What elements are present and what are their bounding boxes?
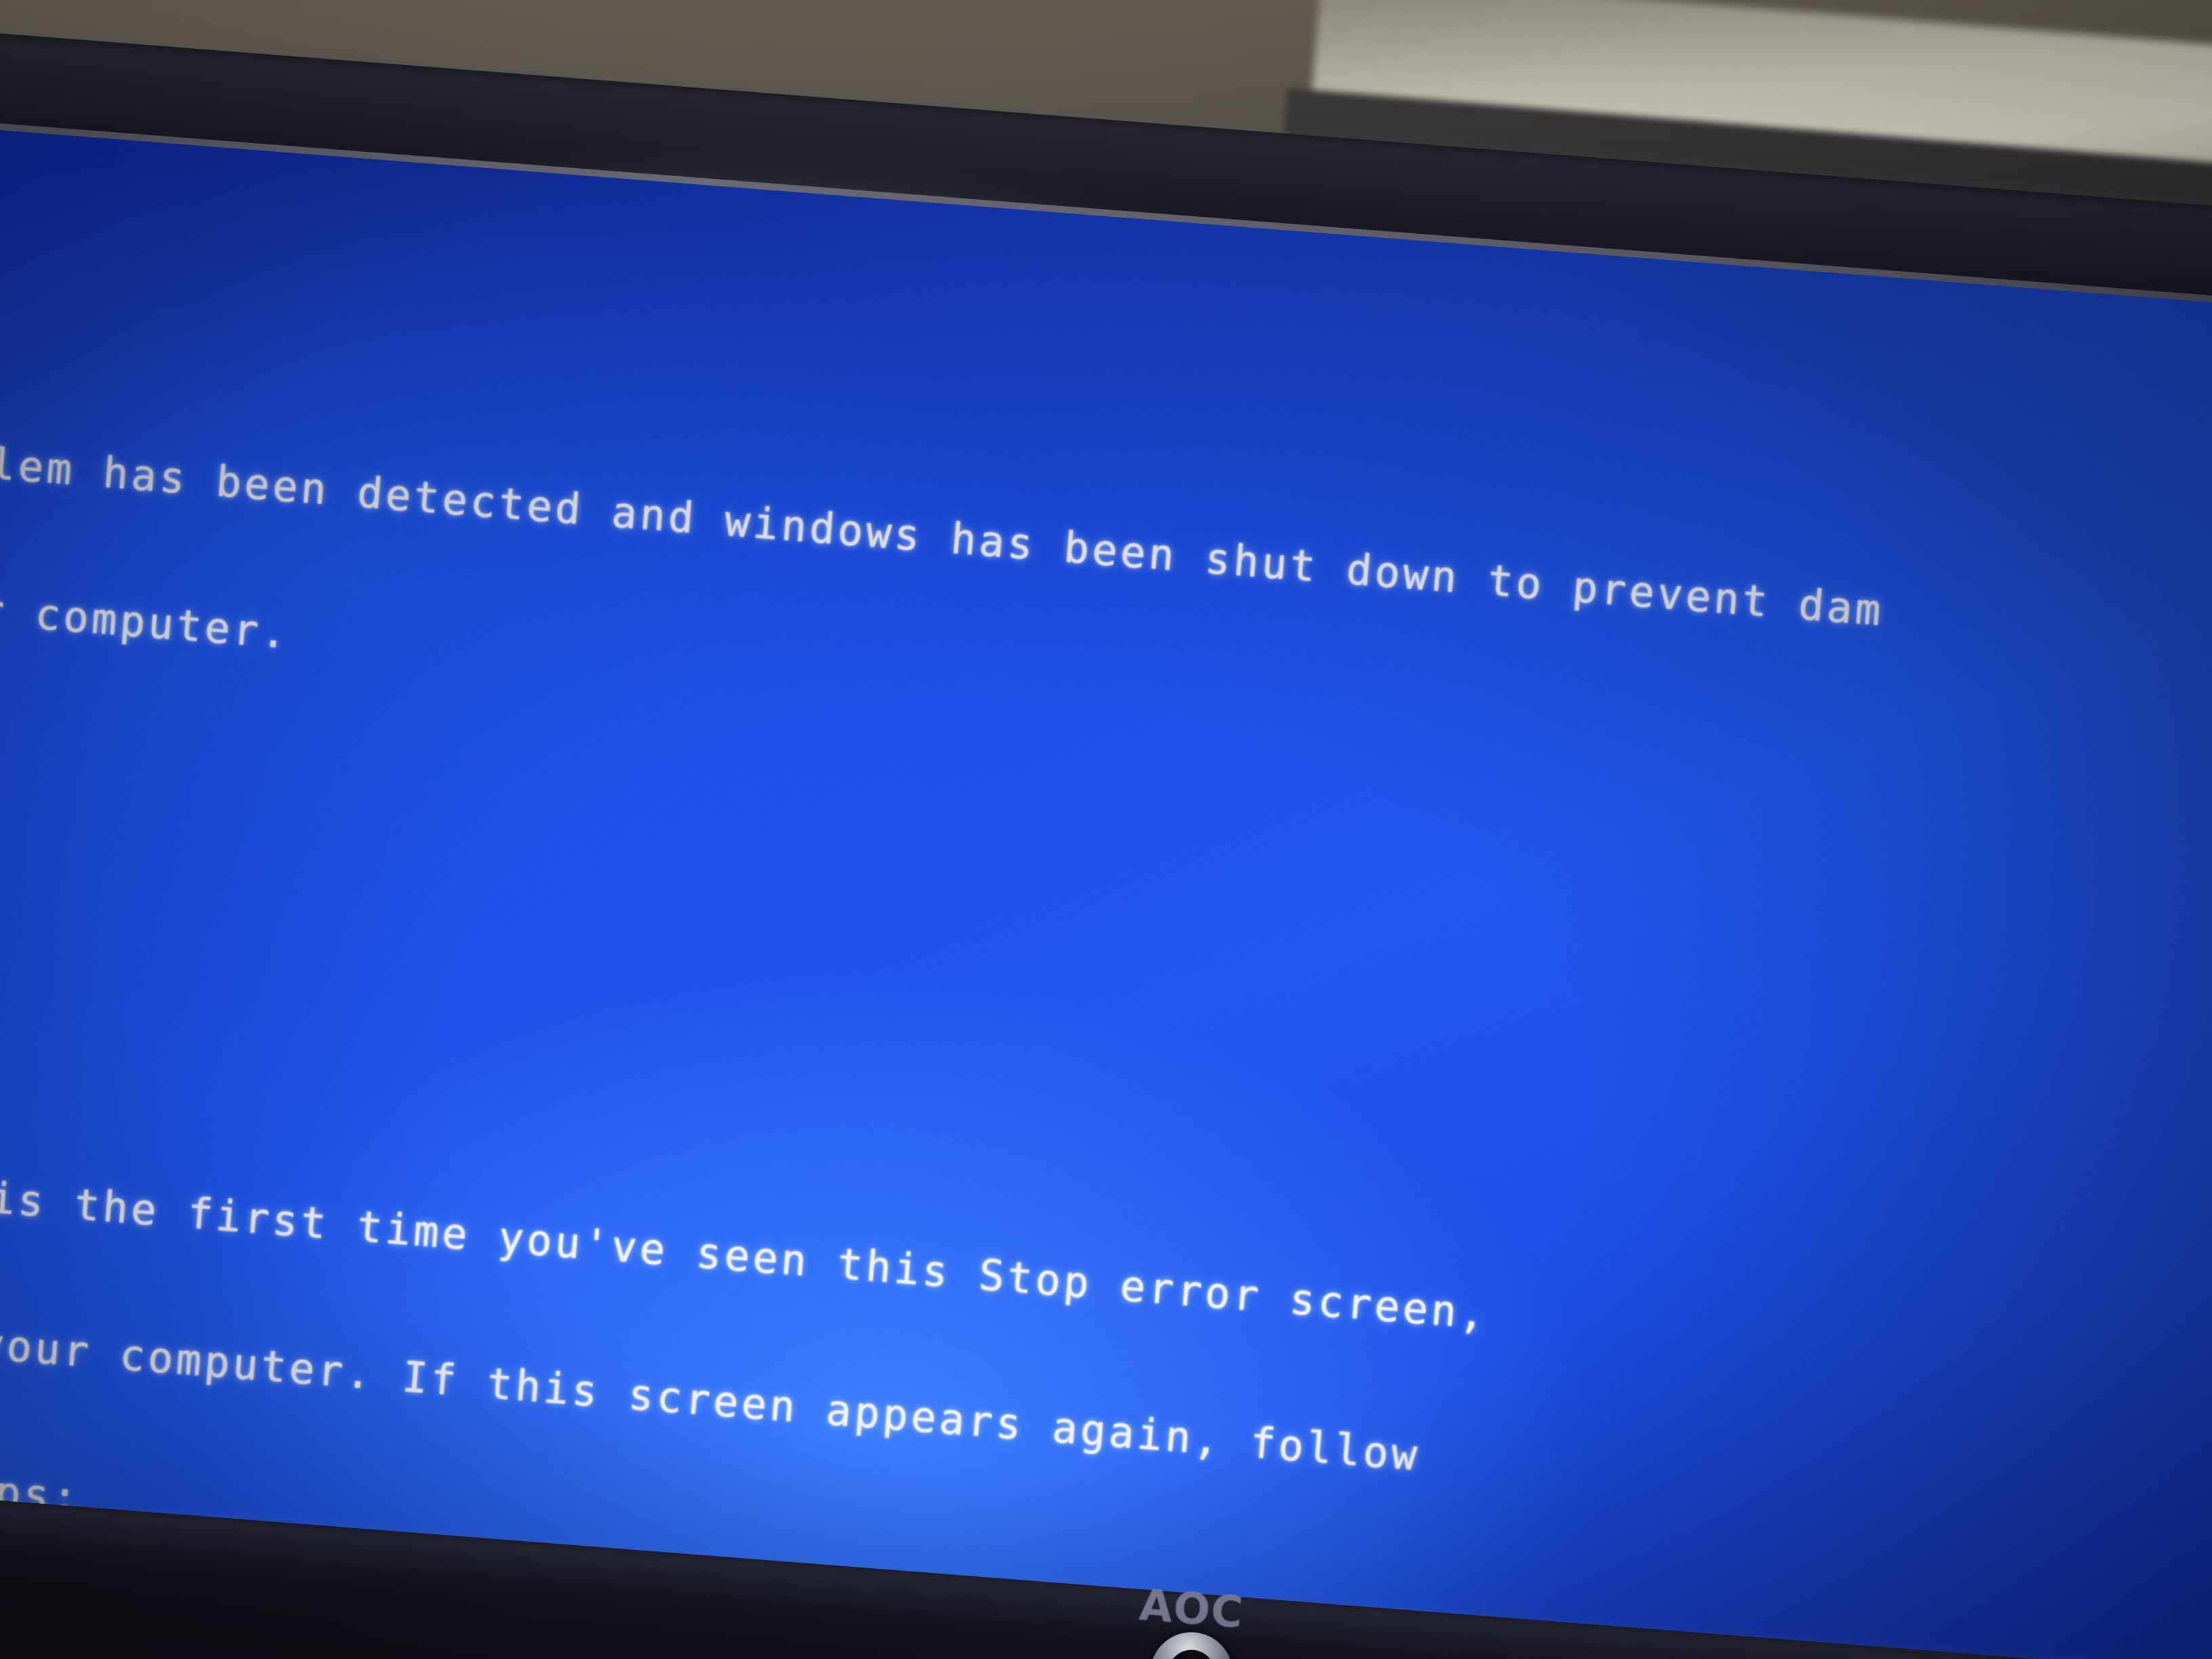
bsod-spacer — [0, 864, 2212, 1113]
aoc-brand-logo: AOC — [1137, 1580, 1246, 1639]
monitor-display: A problem has been detected and windows … — [0, 121, 2212, 1659]
bsod-message: A problem has been detected and windows … — [0, 183, 2212, 1659]
monitor-screen-assembly: A problem has been detected and windows … — [0, 114, 2212, 1659]
bsod-photograph: A problem has been detected and windows … — [0, 0, 2212, 1659]
bsod-paragraph-intro: A problem has been detected and windows … — [0, 329, 2212, 918]
